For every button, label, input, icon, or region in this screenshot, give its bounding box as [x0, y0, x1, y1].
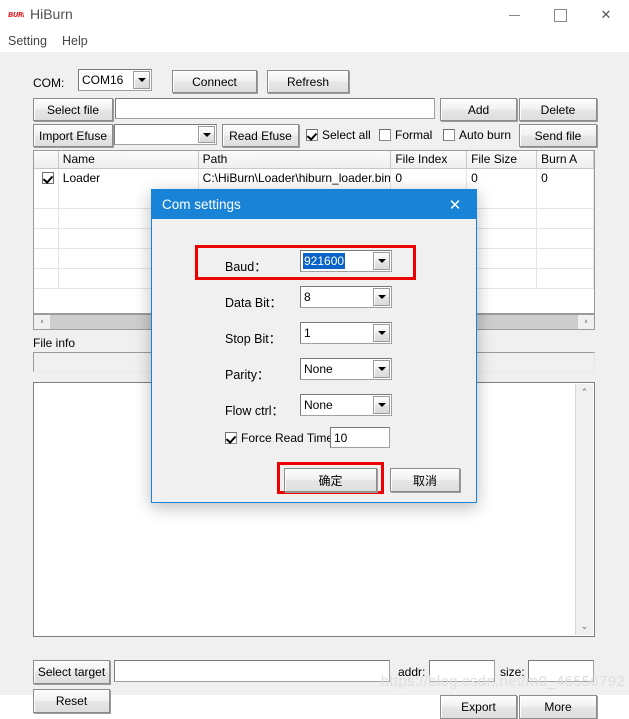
parity-combo[interactable]: None: [300, 358, 392, 380]
auto-burn-label: Auto burn: [459, 128, 512, 142]
scroll-left-icon[interactable]: ‹: [34, 315, 50, 329]
baud-value: 921600: [303, 253, 346, 269]
select-all-label: Select all: [322, 128, 371, 142]
formal-label: Formal: [395, 128, 433, 142]
table-header-row: Name Path File Index File Size Burn A: [34, 151, 595, 169]
parity-label: Parity：: [225, 368, 270, 382]
baud-label: Baud：: [225, 260, 267, 274]
minimize-button[interactable]: [491, 0, 537, 30]
parity-value: None: [304, 362, 333, 376]
stop-bit-label: Stop Bit：: [225, 332, 282, 346]
flow-ctrl-value: None: [304, 398, 333, 412]
stop-bit-value: 1: [304, 326, 311, 340]
data-bit-label: Data Bit：: [225, 296, 282, 310]
column-header-burn-addr[interactable]: Burn A: [537, 151, 595, 168]
com-settings-dialog: Com settings ✕ Baud： 921600 Data Bit： 8 …: [151, 189, 477, 503]
efuse-combo[interactable]: [114, 124, 217, 145]
log-vscrollbar[interactable]: ⌃ ⌄: [575, 384, 593, 635]
chevron-down-icon[interactable]: [373, 252, 390, 270]
chevron-down-icon[interactable]: [133, 71, 150, 89]
ok-button[interactable]: 确定: [284, 468, 377, 492]
checkbox-icon: [225, 432, 237, 444]
dialog-close-button[interactable]: ✕: [438, 190, 472, 219]
efuse-combo-value: [118, 125, 196, 144]
close-button[interactable]: ✕: [583, 0, 629, 30]
flow-ctrl-label: Flow ctrl：: [225, 404, 285, 418]
com-label: COM:: [33, 76, 65, 90]
menu-bar: Setting Help: [0, 30, 629, 52]
chevron-down-icon[interactable]: [373, 324, 390, 342]
row-file-size-cell: 0: [467, 169, 538, 189]
select-file-button[interactable]: Select file: [33, 98, 113, 121]
select-all-checkbox[interactable]: Select all: [306, 128, 371, 142]
send-file-button[interactable]: Send file: [519, 124, 597, 147]
export-button[interactable]: Export: [440, 695, 517, 719]
checkbox-icon: [306, 129, 318, 141]
chevron-down-icon[interactable]: [373, 288, 390, 306]
target-path-input[interactable]: [114, 660, 390, 682]
data-bit-combo[interactable]: 8: [300, 286, 392, 308]
auto-burn-checkbox[interactable]: Auto burn: [443, 128, 511, 142]
formal-checkbox[interactable]: Formal: [379, 128, 432, 142]
force-read-time-checkbox[interactable]: Force Read Time: [225, 431, 333, 445]
select-target-button[interactable]: Select target: [33, 660, 110, 684]
file-info-label: File info: [33, 336, 76, 350]
row-checkbox-cell[interactable]: [34, 169, 59, 189]
column-header-name[interactable]: Name: [58, 151, 199, 168]
force-read-time-input[interactable]: 10: [330, 427, 390, 448]
column-header-check[interactable]: [34, 151, 59, 168]
checkbox-icon[interactable]: [41, 172, 54, 184]
com-port-combo[interactable]: COM16: [78, 69, 152, 91]
dialog-title: Com settings: [162, 197, 241, 212]
add-button[interactable]: Add: [440, 98, 517, 121]
minimize-icon: [508, 14, 520, 16]
chevron-down-icon[interactable]: [198, 126, 215, 143]
force-read-time-label: Force Read Time: [241, 431, 334, 445]
more-button[interactable]: More: [519, 695, 597, 719]
addr-input[interactable]: [429, 660, 495, 682]
baud-combo[interactable]: 921600: [300, 250, 392, 272]
column-header-path[interactable]: Path: [198, 151, 392, 168]
flow-ctrl-combo[interactable]: None: [300, 394, 392, 416]
maximize-button[interactable]: [537, 0, 583, 30]
cancel-button[interactable]: 取消: [390, 468, 460, 492]
burn-logo-icon: BURN: [8, 11, 24, 19]
menu-item-setting[interactable]: Setting: [4, 32, 51, 50]
window-title: HiBurn: [30, 6, 73, 22]
chevron-down-icon[interactable]: [373, 396, 390, 414]
size-label: size:: [500, 665, 525, 679]
scroll-down-icon[interactable]: ⌄: [576, 618, 593, 635]
read-efuse-button[interactable]: Read Efuse: [222, 124, 299, 147]
delete-button[interactable]: Delete: [519, 98, 597, 121]
table-row[interactable]: Loader C:\HiBurn\Loader\hiburn_loader.bi…: [34, 169, 595, 189]
row-burn-addr-cell: 0: [537, 169, 595, 189]
com-port-value: COM16: [82, 73, 124, 87]
selected-file-input[interactable]: [115, 98, 435, 119]
chevron-down-icon[interactable]: [373, 360, 390, 378]
connect-button[interactable]: Connect: [172, 70, 257, 93]
addr-label: addr:: [398, 665, 426, 679]
data-bit-value: 8: [304, 290, 311, 304]
checkbox-icon: [443, 129, 455, 141]
row-path-cell: C:\HiBurn\Loader\hiburn_loader.bin: [199, 169, 392, 189]
column-header-file-index[interactable]: File Index: [391, 151, 468, 168]
size-input[interactable]: [528, 660, 594, 682]
dialog-body: Baud： 921600 Data Bit： 8 Stop Bit： 1 Par…: [152, 219, 476, 502]
window-titlebar: BURN HiBurn ✕: [0, 0, 629, 30]
stop-bit-combo[interactable]: 1: [300, 322, 392, 344]
scroll-right-icon[interactable]: ›: [578, 315, 594, 329]
row-name-cell: Loader: [59, 169, 199, 189]
scroll-up-icon[interactable]: ⌃: [576, 384, 593, 401]
import-efuse-button[interactable]: Import Efuse: [33, 124, 113, 147]
refresh-button[interactable]: Refresh: [267, 70, 349, 93]
row-file-index-cell: 0: [391, 169, 468, 189]
menu-item-help[interactable]: Help: [58, 32, 92, 50]
reset-button[interactable]: Reset: [33, 689, 110, 713]
maximize-icon: [553, 8, 567, 22]
checkbox-icon: [379, 129, 391, 141]
dialog-titlebar: Com settings ✕: [152, 190, 476, 219]
column-header-file-size[interactable]: File Size: [467, 151, 538, 168]
